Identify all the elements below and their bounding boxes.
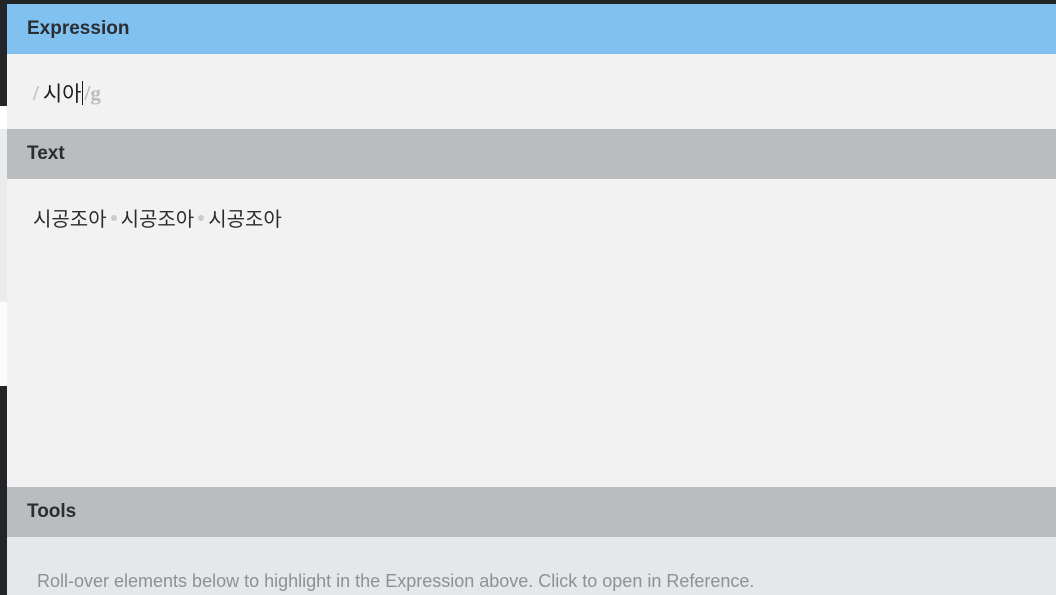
regex-panel: Expression / 시아 / g Text 시공조아 시공조아 시공조아 … [7, 4, 1056, 595]
text-header[interactable]: Text [7, 129, 1056, 179]
text-editor[interactable]: 시공조아 시공조아 시공조아 [7, 179, 1056, 487]
tools-hint: Roll-over elements below to highlight in… [37, 571, 755, 591]
whitespace-marker [110, 214, 117, 221]
expression-pattern[interactable]: 시아 [43, 78, 82, 108]
expression-header-label: Expression [27, 18, 130, 39]
expression-line[interactable]: / 시아 / g [33, 78, 101, 108]
left-rail-segment [0, 302, 7, 386]
expression-header[interactable]: Expression [7, 4, 1056, 54]
text-word: 시공조아 [208, 207, 282, 231]
tools-header[interactable]: Tools [7, 487, 1056, 537]
tools-panel: Roll-over elements below to highlight in… [7, 537, 1056, 595]
text-word: 시공조아 [33, 207, 107, 231]
text-content[interactable]: 시공조아 시공조아 시공조아 [33, 203, 282, 232]
expression-open-delimiter: / [33, 80, 39, 105]
expression-flags[interactable]: g [90, 81, 101, 106]
left-rail-segment [0, 106, 7, 129]
tools-header-label: Tools [27, 501, 77, 522]
left-rail-segment [0, 129, 7, 302]
left-rail [0, 4, 7, 595]
whitespace-marker [198, 214, 205, 221]
text-header-label: Text [27, 143, 65, 164]
expression-editor[interactable]: / 시아 / g [7, 54, 1056, 129]
text-word: 시공조아 [120, 207, 195, 231]
